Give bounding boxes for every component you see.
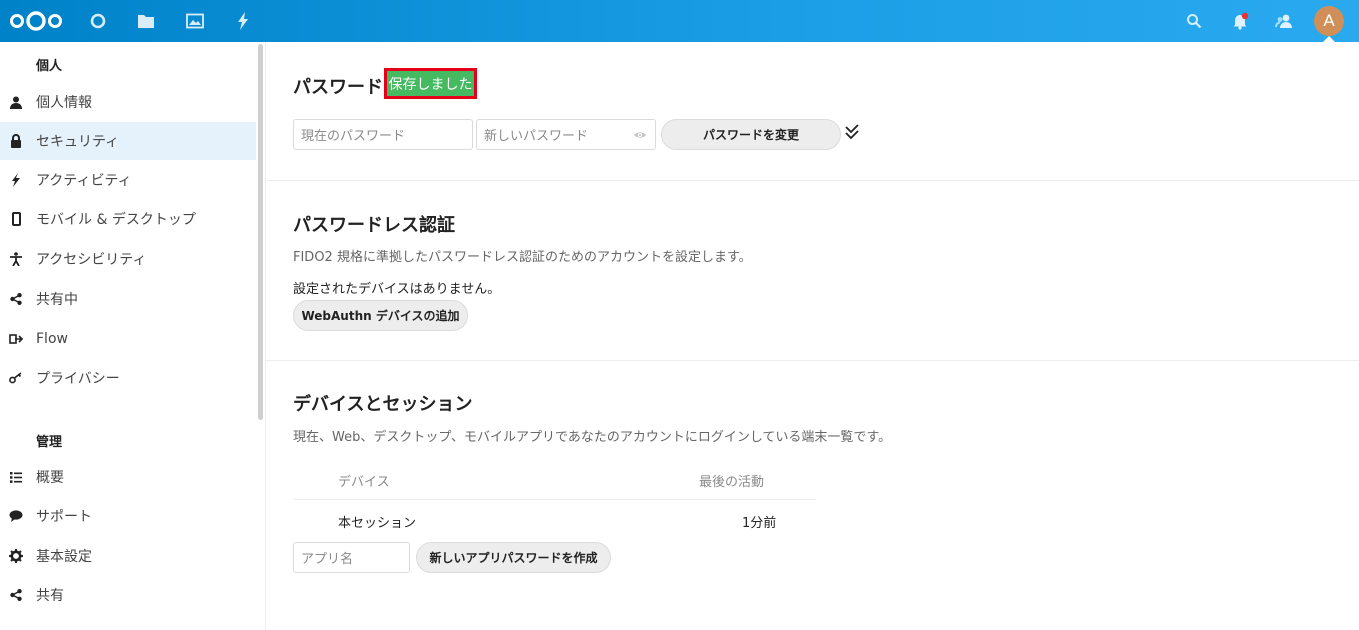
saved-status-badge: 保存しました [384,68,477,99]
sidebar-item-accessibility[interactable]: アクセシビリティ [0,240,256,278]
create-app-password-button[interactable]: 新しいアプリパスワードを作成 [416,542,611,573]
photos-image-icon[interactable] [183,0,207,42]
sidebar-item-label: 概要 [36,470,64,486]
passwordless-section-title: パスワードレス認証 [293,215,455,236]
password-strength-check-icon [845,124,859,144]
sidebar-item-label: プライバシー [36,371,120,387]
sidebar-item-label: セキュリティ [36,134,120,150]
notifications-bell-icon[interactable] [1228,0,1252,42]
sidebar-heading-personal: 個人 [36,59,63,74]
sidebar-item-label: 基本設定 [36,549,92,565]
sidebar-item-privacy[interactable]: プライバシー [0,359,256,397]
app-name-input[interactable]: アプリ名 [293,542,410,573]
sessions-section-title: デバイスとセッション [293,394,473,415]
user-icon [9,95,23,109]
table-header-divider [293,499,816,500]
contacts-icon[interactable] [1272,0,1296,42]
files-folder-icon[interactable] [134,0,158,42]
sidebar-heading-admin: 管理 [36,435,63,450]
change-password-button[interactable]: パスワードを変更 [661,119,841,150]
sidebar-item-basic-settings[interactable]: 基本設定 [0,537,256,575]
nextcloud-logo-icon[interactable] [8,0,64,42]
new-password-placeholder: 新しいパスワード [484,129,589,144]
sidebar-item-label: 共有 [36,588,64,604]
sidebar-item-support[interactable]: サポート [0,497,256,535]
sidebar-item-label: モバイル & デスクトップ [36,212,196,228]
current-password-input[interactable]: 現在のパスワード [293,119,473,150]
passwordless-description: FIDO2 規格に準拠したパスワードレス認証のためのアカウントを設定します。 [293,250,752,265]
list-icon [9,470,23,484]
section-divider [266,360,1359,361]
gear-icon [9,549,23,563]
top-header: A [0,0,1359,43]
activity-bolt-icon[interactable] [231,0,255,42]
sessions-description: 現在、Web、デスクトップ、モバイルアプリであなたのアカウントにログインしている… [293,430,892,445]
sidebar-item-security[interactable]: セキュリティ [0,122,256,160]
session-last-activity: 1分前 [742,516,777,531]
sidebar-item-mobile-desktop[interactable]: モバイル & デスクトップ [0,200,256,238]
sidebar-item-label: 個人情報 [36,95,92,111]
chat-bubble-icon [9,509,23,523]
avatar[interactable]: A [1314,6,1344,36]
sidebar-item-activity[interactable]: アクティビティ [0,161,256,199]
sidebar-item-label: サポート [36,509,92,525]
sidebar-item-label: Flow [36,331,68,347]
share-icon [9,588,23,602]
column-header-device: デバイス [338,475,390,490]
sidebar-item-overview[interactable]: 概要 [0,458,256,496]
password-section-title: パスワード [293,77,383,98]
dashboard-circle-icon[interactable] [86,0,110,42]
show-password-eye-icon[interactable] [633,129,647,144]
sidebar-item-label: 共有中 [36,292,78,308]
new-password-input[interactable]: 新しいパスワード [476,119,656,150]
column-header-last-activity: 最後の活動 [699,475,765,490]
share-icon [9,292,23,306]
session-device-name: 本セッション [338,516,417,531]
phone-icon [9,212,23,226]
search-icon[interactable] [1182,0,1206,42]
sidebar-item-flow[interactable]: Flow [0,320,256,358]
sidebar-item-sharing[interactable]: 共有中 [0,280,256,318]
add-webauthn-device-button[interactable]: WebAuthn デバイスの追加 [293,300,468,331]
sidebar-item-label: アクティビティ [36,173,132,189]
flow-icon [9,332,23,346]
sidebar-scrollbar[interactable] [258,44,263,420]
bolt-icon [9,173,23,187]
key-icon [9,371,23,385]
no-devices-message: 設定されたデバイスはありません。 [293,282,501,297]
lock-icon [9,134,23,148]
section-divider [266,180,1359,181]
sidebar-item-personal-info[interactable]: 個人情報 [0,83,256,121]
sidebar-item-label: アクセシビリティ [36,252,147,268]
sidebar-item-sharing-admin[interactable]: 共有 [0,576,256,614]
menu-caret-icon [1322,36,1336,43]
accessibility-icon [9,252,23,266]
